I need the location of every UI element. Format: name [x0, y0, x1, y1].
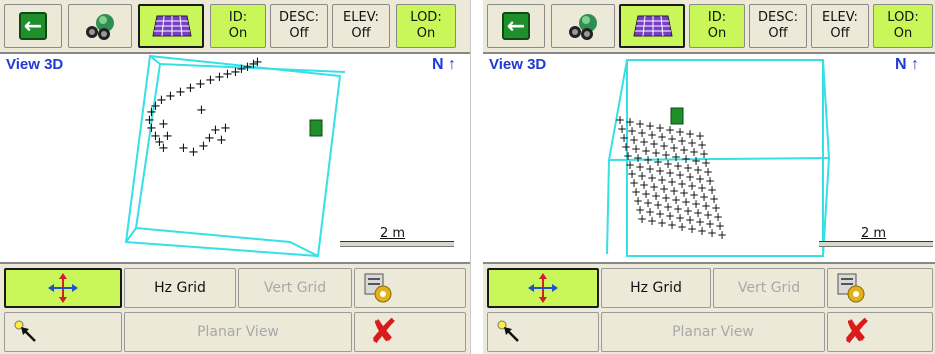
move-arrows-icon — [528, 273, 558, 303]
survey-point: + — [637, 212, 647, 226]
survey-point: + — [647, 214, 657, 228]
binoculars-globe-icon — [569, 14, 597, 40]
lod-value: On — [416, 26, 436, 41]
svg-text:+: + — [252, 55, 263, 70]
close-x-icon: ✘ — [842, 312, 871, 352]
survey-point: + — [667, 218, 677, 232]
hz-grid-button[interactable]: Hz Grid — [124, 268, 236, 308]
left-screen: ← ID: On DESC: Off ELEV: Off LOD: On + +… — [0, 0, 471, 354]
instrument-icon — [309, 119, 323, 137]
desc-toggle-button[interactable]: DESC: Off — [749, 4, 807, 48]
elev-label: ELEV: — [822, 10, 858, 25]
settings-gear-icon — [364, 273, 392, 303]
grid-view-button[interactable] — [138, 4, 204, 48]
survey-point: + — [687, 222, 697, 236]
cancel-button[interactable]: ✘ — [354, 312, 466, 352]
back-button[interactable]: ← — [4, 4, 62, 48]
survey-point: + — [697, 224, 707, 238]
elev-value: Off — [830, 26, 850, 41]
top-toolbar: ← ID: On DESC: Off ELEV: Off LOD: On — [483, 0, 935, 54]
select-pointer-icon — [497, 320, 519, 342]
lod-toggle-button[interactable]: LOD: On — [873, 4, 933, 48]
view-title: View 3D — [6, 56, 64, 73]
lod-value: On — [893, 26, 913, 41]
top-toolbar: ← ID: On DESC: Off ELEV: Off LOD: On — [0, 0, 470, 54]
planar-view-button[interactable]: Planar View — [124, 312, 352, 352]
select-tool-button[interactable] — [4, 312, 122, 352]
elev-toggle-button[interactable]: ELEV: Off — [332, 4, 390, 48]
desc-label: DESC: — [758, 10, 798, 25]
select-pointer-icon — [14, 320, 36, 342]
instrument-icon — [670, 107, 684, 125]
binocular-globe-button[interactable] — [551, 4, 615, 48]
vert-grid-button[interactable]: Vert Grid — [713, 268, 825, 308]
north-indicator: N ↑ — [432, 56, 457, 73]
pan-mode-button[interactable] — [4, 268, 122, 308]
survey-point: + — [717, 228, 727, 242]
view-3d-canvas[interactable]: + + + + + + + + + + + + + + + + + + + + + + + + + + + + + + Vi… — [0, 54, 470, 260]
back-arrow-icon: ← — [502, 12, 530, 40]
north-indicator: N ↑ — [895, 56, 920, 73]
right-screen: ← ID: On DESC: Off ELEV: Off LOD: On + +… — [483, 0, 935, 354]
elev-toggle-button[interactable]: ELEV: Off — [811, 4, 869, 48]
settings-button[interactable] — [827, 268, 933, 308]
lod-toggle-button[interactable]: LOD: On — [396, 4, 456, 48]
survey-point: + — [657, 216, 667, 230]
hz-grid-button[interactable]: Hz Grid — [601, 268, 711, 308]
scale-bar — [340, 241, 454, 247]
pan-mode-button[interactable] — [487, 268, 599, 308]
back-button[interactable]: ← — [487, 4, 545, 48]
scale-label: 2 m — [861, 226, 887, 241]
bottom-controls: Hz Grid Vert Grid Planar View ✘ — [483, 262, 935, 354]
desc-toggle-button[interactable]: DESC: Off — [270, 4, 328, 48]
move-arrows-icon — [48, 273, 78, 303]
survey-point: + — [707, 226, 717, 240]
select-tool-button[interactable] — [487, 312, 599, 352]
elev-value: Off — [351, 26, 371, 41]
view-3d-canvas[interactable]: + + + + + + + + + + + + + + + + + + + + + + + + + + + + + + + + + + + + + + + +… — [483, 54, 935, 260]
id-label: ID: — [228, 10, 248, 25]
scale-bar — [819, 241, 933, 247]
id-label: ID: — [707, 10, 727, 25]
binoculars-globe-icon — [86, 14, 114, 40]
planar-view-button[interactable]: Planar View — [601, 312, 825, 352]
settings-gear-icon — [837, 273, 865, 303]
id-value: On — [228, 26, 248, 41]
scale-label: 2 m — [380, 226, 406, 241]
view-title: View 3D — [489, 56, 547, 73]
id-toggle-button[interactable]: ID: On — [689, 4, 745, 48]
svg-text:+: + — [158, 117, 169, 132]
binocular-globe-button[interactable] — [68, 4, 132, 48]
bottom-controls: Hz Grid Vert Grid Planar View ✘ — [0, 262, 470, 354]
cancel-button[interactable]: ✘ — [827, 312, 933, 352]
lod-label: LOD: — [410, 10, 442, 25]
id-toggle-button[interactable]: ID: On — [210, 4, 266, 48]
close-x-icon: ✘ — [369, 312, 398, 352]
elev-label: ELEV: — [343, 10, 379, 25]
svg-text:+: + — [220, 121, 231, 136]
settings-button[interactable] — [354, 268, 466, 308]
vert-grid-button[interactable]: Vert Grid — [238, 268, 352, 308]
desc-value: Off — [768, 26, 788, 41]
grid-icon — [633, 15, 673, 37]
lod-label: LOD: — [887, 10, 919, 25]
desc-value: Off — [289, 26, 309, 41]
id-value: On — [707, 26, 727, 41]
grid-view-button[interactable] — [619, 4, 685, 48]
back-arrow-icon: ← — [19, 12, 47, 40]
svg-text:+: + — [196, 103, 207, 118]
desc-label: DESC: — [279, 10, 319, 25]
grid-icon — [152, 15, 192, 37]
survey-point: + — [677, 220, 687, 234]
